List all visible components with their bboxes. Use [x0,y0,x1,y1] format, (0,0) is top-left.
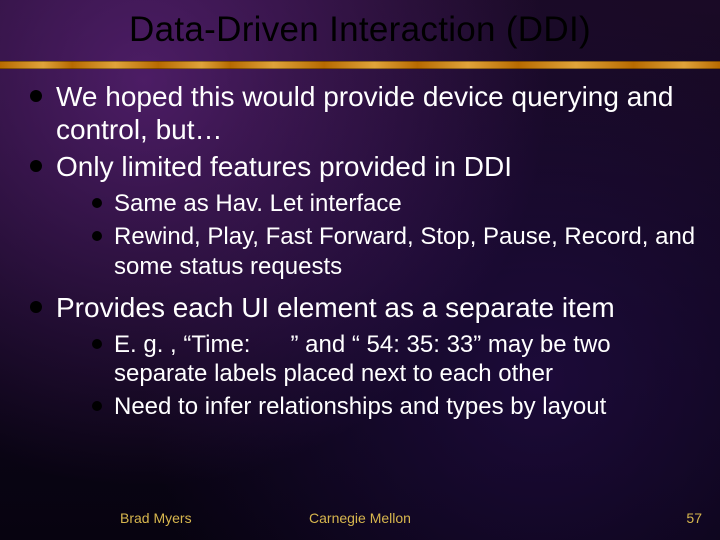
footer-page-number: 57 [686,510,702,526]
bullet-text: Need to infer relationships and types by… [114,393,606,420]
bullet-text: We hoped this would provide device query… [56,81,673,145]
footer-org: Carnegie Mellon [0,510,720,526]
bullet-text: Only limited features provided in DDI [56,151,512,182]
list-item: We hoped this would provide device query… [24,80,696,146]
slide-content: We hoped this would provide device query… [24,80,696,432]
list-item: Need to infer relationships and types by… [56,392,696,421]
slide-title: Data-Driven Interaction (DDI) [0,0,720,56]
bullet-text: Provides each UI element as a separate i… [56,292,615,323]
list-item: Provides each UI element as a separate i… [24,291,696,422]
sub-bullet-list: E. g. , “Time: ” and “ 54: 35: 33” may b… [56,330,696,422]
list-item: Only limited features provided in DDI Sa… [24,150,696,281]
list-item: Rewind, Play, Fast Forward, Stop, Pause,… [56,222,696,281]
sub-bullet-list: Same as Hav. Let interface Rewind, Play,… [56,189,696,281]
list-item: E. g. , “Time: ” and “ 54: 35: 33” may b… [56,330,696,389]
footer: Brad Myers Carnegie Mellon 57 [0,510,720,530]
slide: Data-Driven Interaction (DDI) We hoped t… [0,0,720,540]
bullet-list: We hoped this would provide device query… [24,80,696,422]
divider [0,61,720,69]
list-item: Same as Hav. Let interface [56,189,696,218]
bullet-text: Rewind, Play, Fast Forward, Stop, Pause,… [114,223,695,279]
bullet-text: E. g. , “Time: ” and “ 54: 35: 33” may b… [114,331,611,387]
bullet-text: Same as Hav. Let interface [114,190,402,217]
